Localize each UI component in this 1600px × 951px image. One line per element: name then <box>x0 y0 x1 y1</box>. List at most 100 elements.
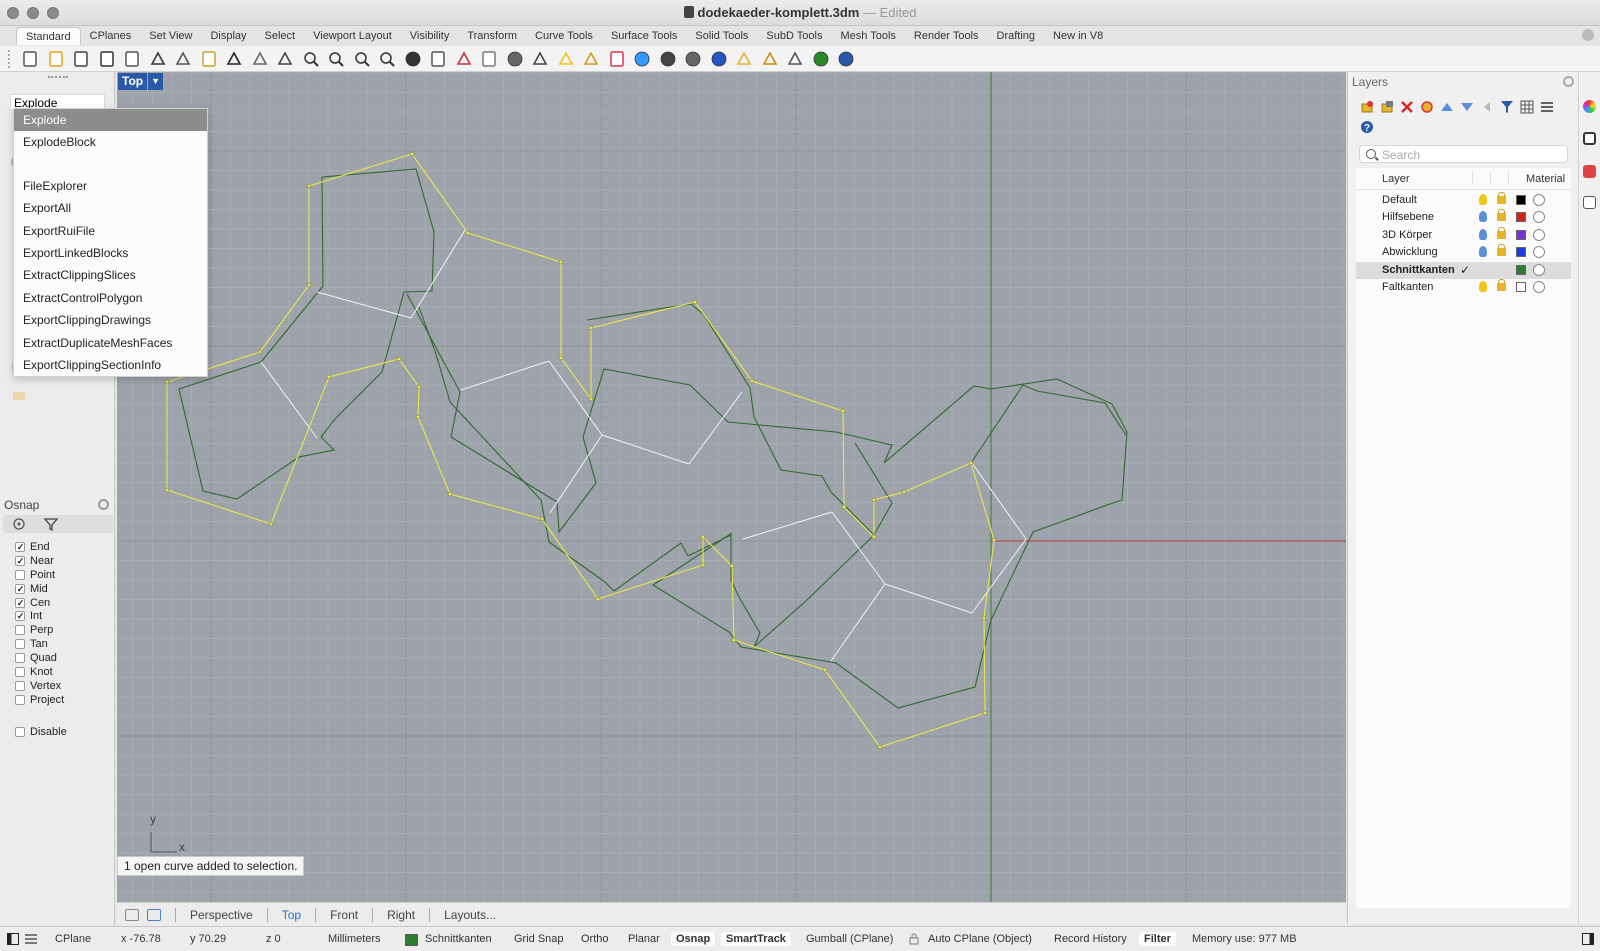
viewport-canvas[interactable] <box>117 72 1346 902</box>
cplane-label[interactable]: CPlane <box>55 933 91 945</box>
osnap-option-point[interactable]: Point <box>15 568 64 582</box>
units-label[interactable]: Millimeters <box>328 933 381 945</box>
current-layer-label[interactable]: Schnittkanten <box>425 933 492 945</box>
autocomplete-item[interactable]: ExportClippingSectionInfo <box>14 354 207 376</box>
tab-curve-tools[interactable]: Curve Tools <box>526 27 602 45</box>
autocomplete-item[interactable]: ExplodeBlock <box>14 131 207 153</box>
single-viewport-icon[interactable] <box>147 908 161 921</box>
layer-search-box[interactable] <box>1359 145 1568 163</box>
view-tab-perspective[interactable]: Perspective <box>190 908 253 922</box>
autocomplete-item[interactable]: ExportRuiFile <box>14 220 207 242</box>
layer-visibility-bulb-icon[interactable] <box>1479 228 1487 240</box>
layer-column-header[interactable]: Layer <box>1382 173 1410 185</box>
layer-row-default[interactable]: Default <box>1356 192 1571 209</box>
zoom-icon[interactable] <box>301 49 321 69</box>
viewport-name[interactable]: Top <box>118 73 148 90</box>
osnap-option-quad[interactable]: Quad <box>15 651 64 665</box>
view-tab-top[interactable]: Top <box>282 908 301 922</box>
osnap-option-cen[interactable]: Cen <box>15 596 64 610</box>
move-icon[interactable] <box>530 49 550 69</box>
new-file-icon[interactable] <box>20 49 40 69</box>
view-tab-right[interactable]: Right <box>387 908 415 922</box>
save-icon[interactable] <box>71 49 91 69</box>
layer-lock-icon[interactable] <box>1497 279 1506 291</box>
car-icon[interactable] <box>454 49 474 69</box>
list-view-icon[interactable] <box>25 933 37 945</box>
osnap-option-vertex[interactable]: Vertex <box>15 679 64 693</box>
dimension-icon[interactable] <box>785 49 805 69</box>
osnap-option-perp[interactable]: Perp <box>15 623 64 637</box>
layer-lock-icon[interactable] <box>1497 244 1506 257</box>
layer-material-icon[interactable] <box>1533 194 1545 206</box>
layer-row-faltkanten[interactable]: Faltkanten <box>1356 279 1571 296</box>
autocomplete-item[interactable]: ExtractControlPolygon <box>14 287 207 309</box>
ortho-toggle[interactable]: Ortho <box>581 933 609 945</box>
zoom-window-icon[interactable] <box>326 49 346 69</box>
layer-row-abwicklung[interactable]: Abwicklung <box>1356 244 1571 261</box>
rotate-view-icon[interactable] <box>275 49 295 69</box>
autocomplete-item[interactable]: ExportAll <box>14 197 207 219</box>
tab-new-in-v8[interactable]: New in V8 <box>1044 27 1112 45</box>
osnap-disable-checkbox[interactable] <box>15 726 25 737</box>
refresh-icon[interactable] <box>403 49 423 69</box>
planar-toggle[interactable]: Planar <box>628 933 660 945</box>
osnap-disable-row[interactable]: Disable <box>15 725 67 739</box>
layer-name[interactable]: Hilfsebene <box>1382 211 1434 223</box>
layer-row-3d-k-rper[interactable]: 3D Körper <box>1356 226 1571 244</box>
layer-lock-icon[interactable] <box>1497 226 1506 239</box>
layer-search-input[interactable] <box>1382 147 1562 162</box>
view-tab-layouts[interactable]: Layouts... <box>444 908 496 922</box>
layers-panel-icon[interactable] <box>1583 165 1596 178</box>
layer-name[interactable]: Default <box>1382 194 1417 206</box>
layer-color-swatch[interactable] <box>1516 195 1526 205</box>
pan-hand-icon[interactable] <box>250 49 270 69</box>
layer-material-icon[interactable] <box>1533 211 1545 224</box>
osnap-filter-icon[interactable] <box>43 517 59 531</box>
osnap-option-tan[interactable]: Tan <box>15 637 64 651</box>
viewport-title[interactable]: Top ▼ <box>118 73 164 90</box>
copy-icon[interactable] <box>173 49 193 69</box>
osnap-checkbox[interactable] <box>15 555 25 566</box>
tab-visibility[interactable]: Visibility <box>401 27 459 45</box>
tab-surface-tools[interactable]: Surface Tools <box>602 27 686 45</box>
layer-material-icon[interactable] <box>1533 281 1545 293</box>
globe-icon[interactable] <box>811 49 831 69</box>
right-panel-toggle-icon[interactable] <box>1582 933 1594 945</box>
osnap-option-int[interactable]: Int <box>15 609 64 623</box>
top-viewport[interactable]: y x Top ▼ 1 open curve added to selectio… <box>117 72 1346 902</box>
record-history-toggle[interactable]: Record History <box>1054 933 1127 945</box>
tab-viewport-layout[interactable]: Viewport Layout <box>304 27 401 45</box>
autocomplete-item[interactable]: ExportLinkedBlocks <box>14 242 207 264</box>
osnap-option-end[interactable]: End <box>15 540 64 554</box>
tab-drafting[interactable]: Drafting <box>988 27 1045 45</box>
autocomplete-item[interactable]: ExtractClippingSlices <box>14 264 207 286</box>
new-sublayer-icon[interactable] <box>1380 100 1394 114</box>
layers-help-icon[interactable]: ? <box>1360 120 1374 134</box>
cut-icon[interactable] <box>148 49 168 69</box>
sphere-render-icon[interactable] <box>709 49 729 69</box>
tab-transform[interactable]: Transform <box>458 27 526 45</box>
layer-color-swatch[interactable] <box>1516 212 1526 223</box>
layer-icon[interactable] <box>607 49 627 69</box>
osnap-checkbox[interactable] <box>15 597 25 608</box>
tab-display[interactable]: Display <box>201 27 255 45</box>
tab-subd-tools[interactable]: SubD Tools <box>757 27 831 45</box>
snap-target-icon[interactable] <box>505 49 525 69</box>
layer-lock-icon[interactable] <box>1497 209 1506 222</box>
viewport-menu-arrow-icon[interactable]: ▼ <box>148 73 164 90</box>
new-layer-icon[interactable] <box>1360 100 1374 114</box>
tab-mesh-tools[interactable]: Mesh Tools <box>831 27 904 45</box>
layer-visibility-bulb-icon[interactable] <box>1479 246 1487 258</box>
delete-layer-icon[interactable] <box>1400 100 1414 114</box>
autocomplete-item[interactable]: ExtractDuplicateMeshFaces <box>14 332 207 354</box>
layer-filter-icon[interactable] <box>1500 100 1514 114</box>
properties-panel-icon[interactable] <box>1583 196 1596 209</box>
tab-set-view[interactable]: Set View <box>140 27 201 45</box>
layer-color-swatch[interactable] <box>1516 264 1526 275</box>
layer-color-swatch[interactable] <box>1516 282 1526 292</box>
sidebar-toggle-icon[interactable] <box>7 933 19 945</box>
tab-cplanes[interactable]: CPlanes <box>81 27 141 45</box>
smarttrack-toggle[interactable]: SmartTrack <box>721 932 791 946</box>
gumball-toggle[interactable]: Gumball (CPlane) <box>806 933 893 945</box>
filter-toggle[interactable]: Filter <box>1139 932 1176 946</box>
